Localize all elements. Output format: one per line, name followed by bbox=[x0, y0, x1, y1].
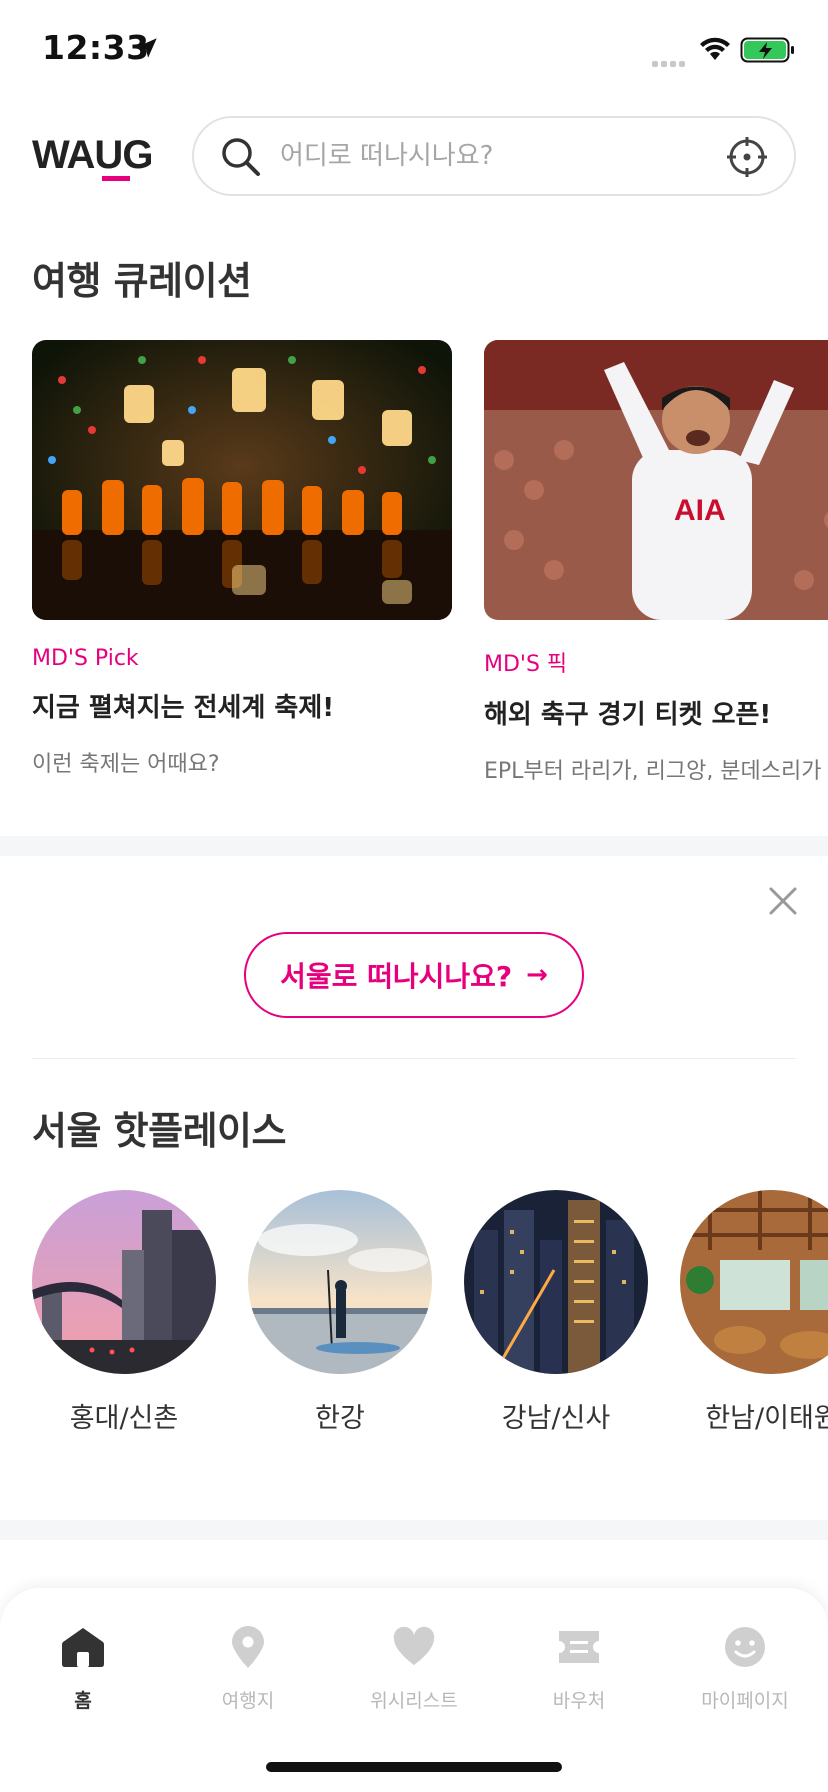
map-pin-icon[interactable] bbox=[230, 1625, 266, 1669]
nav-label: 바우처 bbox=[552, 1690, 606, 1712]
status-bar: 12:33 bbox=[0, 0, 828, 100]
search-bar[interactable] bbox=[192, 116, 796, 196]
nav-home[interactable]: 홈 bbox=[13, 1622, 153, 1713]
curation-tag: MD'S 픽 bbox=[484, 652, 568, 677]
curation-title: 지금 펼쳐지는 전세계 축제! bbox=[32, 693, 335, 723]
curation-card[interactable]: AIA MD'S 픽 해외 축구 경기 티켓 오픈! EPL부터 라리가, 리그… bbox=[484, 340, 828, 780]
search-icon[interactable] bbox=[220, 136, 262, 178]
nav-label: 여행지 bbox=[221, 1690, 275, 1712]
curation-card[interactable]: MD'S Pick 지금 펼쳐지는 전세계 축제! 이런 축제는 어때요? bbox=[32, 340, 452, 778]
hotplace-item[interactable]: 한강 bbox=[248, 1190, 432, 1430]
football-player-image[interactable]: AIA bbox=[484, 340, 828, 620]
gangnam-image[interactable] bbox=[464, 1190, 648, 1374]
curation-tag: MD'S Pick bbox=[32, 646, 139, 671]
section-divider bbox=[0, 1520, 828, 1540]
curation-carousel[interactable]: MD'S Pick 지금 펼쳐지는 전세계 축제! 이런 축제는 어때요? AI… bbox=[32, 340, 828, 780]
seoul-trip-label: 서울로 떠나시나요? bbox=[280, 960, 513, 993]
hannam-image[interactable] bbox=[680, 1190, 828, 1374]
hotplace-label: 강남/신사 bbox=[501, 1403, 611, 1430]
hotplace-item[interactable]: 강남/신사 bbox=[464, 1190, 648, 1430]
nav-label: 마이페이지 bbox=[701, 1690, 789, 1712]
hotplace-section-title: 서울 핫플레이스 bbox=[32, 1109, 286, 1153]
nav-destinations[interactable]: 여행지 bbox=[178, 1622, 318, 1713]
divider bbox=[32, 1058, 796, 1059]
heart-icon[interactable] bbox=[392, 1627, 436, 1667]
home-icon[interactable] bbox=[61, 1626, 105, 1668]
hangang-image[interactable] bbox=[248, 1190, 432, 1374]
hotplace-carousel[interactable]: 홍대/신촌 한강 강남/신사 한남/이태원 bbox=[32, 1190, 828, 1430]
close-icon[interactable] bbox=[766, 884, 800, 918]
hotplace-label: 한강 bbox=[315, 1403, 365, 1430]
hotplace-item[interactable]: 홍대/신촌 bbox=[32, 1190, 216, 1430]
location-arrow-icon bbox=[137, 38, 157, 58]
nav-voucher[interactable]: 바우처 bbox=[509, 1622, 649, 1713]
curation-desc: 이런 축제는 어때요? bbox=[32, 752, 220, 777]
curation-section-title: 여행 큐레이션 bbox=[32, 259, 252, 303]
current-location-icon[interactable] bbox=[726, 136, 768, 178]
nav-wishlist[interactable]: 위시리스트 bbox=[344, 1622, 484, 1713]
section-divider bbox=[0, 836, 828, 856]
curation-desc: EPL부터 라리가, 리그앙, 분데스리가 bbox=[484, 759, 822, 780]
hotplace-label: 한남/이태원 bbox=[705, 1403, 828, 1430]
seoul-trip-button[interactable]: 서울로 떠나시나요? → bbox=[244, 932, 584, 1018]
waug-logo[interactable]: WAUG bbox=[32, 132, 167, 182]
hotplace-label: 홍대/신촌 bbox=[69, 1403, 179, 1430]
nav-label: 위시리스트 bbox=[370, 1690, 458, 1712]
lantern-festival-image[interactable] bbox=[32, 340, 452, 620]
wifi-icon bbox=[700, 37, 730, 60]
arrow-right-icon: → bbox=[526, 960, 548, 990]
cellular-signal-icon bbox=[652, 52, 690, 67]
hotplace-item[interactable]: 한남/이태원 bbox=[680, 1190, 828, 1430]
home-indicator[interactable] bbox=[266, 1762, 562, 1772]
search-input[interactable] bbox=[280, 134, 700, 178]
svg-text:AIA: AIA bbox=[674, 494, 726, 527]
hongdae-image[interactable] bbox=[32, 1190, 216, 1374]
svg-text:WAUG: WAUG bbox=[32, 133, 152, 177]
nav-mypage[interactable]: 마이페이지 bbox=[675, 1622, 815, 1713]
ticket-icon[interactable] bbox=[557, 1629, 601, 1665]
curation-title: 해외 축구 경기 티켓 오픈! bbox=[484, 700, 772, 730]
battery-charging-icon bbox=[740, 37, 794, 63]
smiley-icon[interactable] bbox=[724, 1626, 766, 1668]
nav-label: 홈 bbox=[74, 1690, 92, 1712]
